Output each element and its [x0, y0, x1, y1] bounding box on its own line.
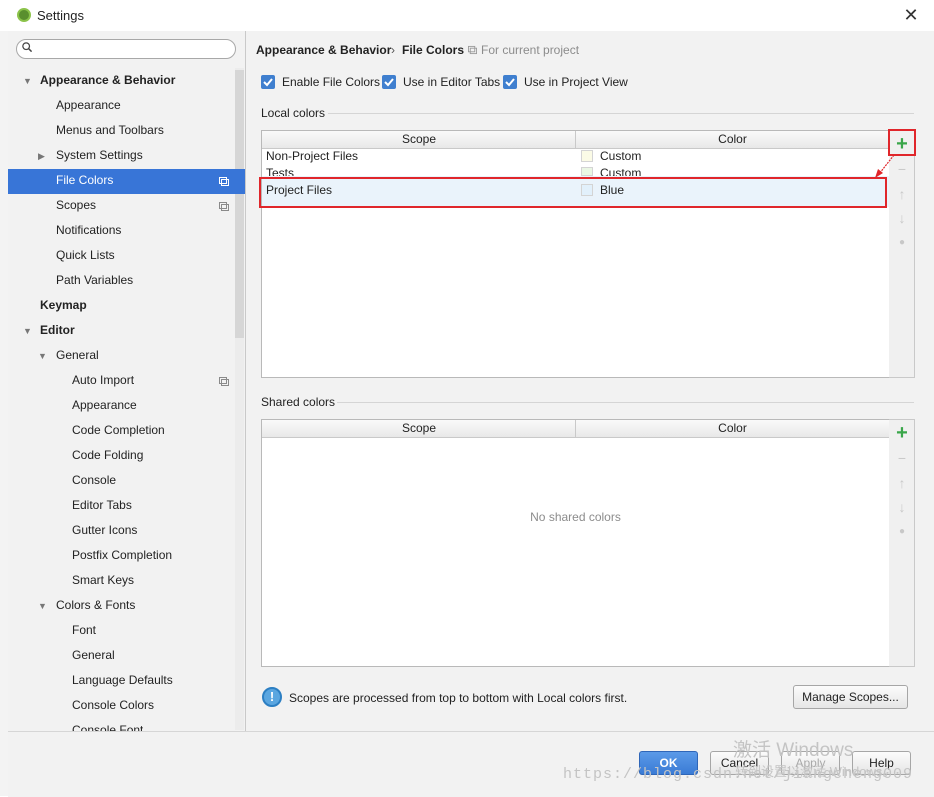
project-level-icon [219, 177, 229, 186]
scope-column-header[interactable]: Scope [262, 131, 576, 149]
window-title: Settings [37, 8, 84, 23]
table-row-scope[interactable]: Tests [266, 165, 294, 176]
remove-icon[interactable]: − [889, 446, 915, 470]
sidebar-item-font[interactable]: Font [72, 618, 96, 643]
android-studio-icon [17, 8, 31, 22]
sidebar-item-editor-tabs[interactable]: Editor Tabs [72, 493, 132, 518]
move-up-icon[interactable]: ↑ [889, 182, 915, 206]
table-row-color[interactable]: Custom [600, 148, 641, 165]
shared-colors-title: Shared colors [261, 395, 336, 409]
close-button[interactable]: ✕ [896, 2, 926, 28]
use-in-editor-tabs-checkbox[interactable] [382, 75, 396, 89]
sidebar-item-editor[interactable]: Editor [40, 318, 75, 343]
sidebar-scrollbar-thumb[interactable] [235, 70, 244, 338]
annotation-highlight-row [259, 177, 887, 208]
sidebar-item-quick-lists[interactable]: Quick Lists [56, 243, 115, 268]
info-text: Scopes are processed from top to bottom … [289, 691, 628, 705]
check-icon [384, 78, 394, 87]
enable-file-colors-checkbox[interactable] [261, 75, 275, 89]
local-colors-title: Local colors [261, 106, 326, 120]
sidebar-item-notifications[interactable]: Notifications [56, 218, 121, 243]
sidebar-item-gutter-icons[interactable]: Gutter Icons [72, 518, 137, 543]
eye-icon[interactable]: ● [889, 231, 915, 255]
move-up-icon[interactable]: ↑ [889, 471, 915, 495]
project-level-icon [468, 45, 477, 55]
use-in-editor-tabs-label[interactable]: Use in Editor Tabs [403, 75, 500, 89]
sidebar-item-auto-import[interactable]: Auto Import [72, 368, 134, 393]
expanded-arrow-icon[interactable]: ▼ [23, 326, 32, 336]
sidebar-item-scopes[interactable]: Scopes [56, 193, 96, 218]
sidebar-item-general[interactable]: General [56, 343, 99, 368]
add-icon[interactable]: + [889, 421, 915, 445]
table-row-color[interactable]: Custom [600, 165, 641, 176]
collapsed-arrow-icon[interactable]: ▶ [38, 151, 45, 162]
sidebar-item-console-colors[interactable]: Console Colors [72, 693, 154, 718]
search-input[interactable] [16, 39, 236, 59]
scope-column-header[interactable]: Scope [262, 420, 576, 438]
separator [328, 113, 914, 114]
table-row-scope[interactable]: Non-Project Files [266, 148, 358, 165]
expanded-arrow-icon[interactable]: ▼ [38, 351, 47, 361]
activate-windows-watermark: 激活 Windows [733, 740, 854, 761]
sidebar-item-system-settings[interactable]: System Settings [56, 143, 143, 168]
sidebar-item-code-completion[interactable]: Code Completion [72, 418, 165, 443]
enable-file-colors-label[interactable]: Enable File Colors [282, 75, 380, 89]
sidebar-item-smart-keys[interactable]: Smart Keys [72, 568, 134, 593]
sidebar-selection-highlight [8, 169, 245, 194]
manage-scopes-button[interactable]: Manage Scopes... [793, 685, 908, 709]
sidebar-item-file-colors[interactable]: File Colors [56, 168, 113, 193]
sidebar-item-appearance-behavior[interactable]: Appearance & Behavior [40, 68, 175, 93]
search-icon [22, 42, 32, 52]
sidebar-item-postfix-completion[interactable]: Postfix Completion [72, 543, 172, 568]
empty-state-text: No shared colors [530, 510, 621, 524]
blog-url-watermark: https://blog.csdn.net/jiangcheng009 [563, 766, 914, 783]
color-swatch [581, 150, 593, 162]
column-divider [575, 420, 576, 437]
column-divider [575, 131, 576, 148]
sidebar-item-editor-appearance[interactable]: Appearance [72, 393, 137, 418]
sidebar-item-console[interactable]: Console [72, 468, 116, 493]
move-down-icon[interactable]: ↓ [889, 206, 915, 230]
edit-icon[interactable]: ● [889, 520, 915, 544]
use-in-project-view-label[interactable]: Use in Project View [524, 75, 628, 89]
annotation-arrow-icon [875, 154, 895, 178]
project-level-icon [219, 377, 229, 386]
sidebar-item-colors-fonts[interactable]: Colors & Fonts [56, 593, 135, 618]
page-title: File Colors [402, 43, 465, 57]
move-down-icon[interactable]: ↓ [889, 495, 915, 519]
sidebar-item-console-font[interactable]: Console Font [72, 718, 143, 731]
sidebar-item-appearance[interactable]: Appearance [56, 93, 121, 118]
breadcrumb-parent: Appearance & Behavior [256, 43, 392, 57]
sidebar-item-keymap[interactable]: Keymap [40, 293, 87, 318]
separator [337, 402, 914, 403]
color-column-header[interactable]: Color [576, 420, 889, 438]
sidebar-item-code-folding[interactable]: Code Folding [72, 443, 143, 468]
scope-note: For current project [481, 43, 580, 57]
sidebar-item-colors-general[interactable]: General [72, 643, 115, 668]
project-level-icon [219, 202, 229, 211]
color-swatch [581, 167, 593, 176]
breadcrumb-separator: › [391, 43, 395, 57]
expanded-arrow-icon[interactable]: ▼ [38, 601, 47, 611]
check-icon [263, 78, 273, 87]
shared-colors-table[interactable]: Scope Color No shared colors [261, 419, 890, 667]
expanded-arrow-icon[interactable]: ▼ [23, 76, 32, 86]
info-icon: ! [262, 687, 282, 707]
shared-colors-toolbar: + − ↑ ↓ ● [889, 419, 915, 667]
sidebar-item-language-defaults[interactable]: Language Defaults [72, 668, 173, 693]
check-icon [505, 78, 515, 87]
use-in-project-view-checkbox[interactable] [503, 75, 517, 89]
sidebar-item-path-variables[interactable]: Path Variables [56, 268, 133, 293]
sidebar-item-menus-toolbars[interactable]: Menus and Toolbars [56, 118, 164, 143]
title-bar: Settings ✕ [0, 0, 934, 32]
color-column-header[interactable]: Color [576, 131, 889, 149]
local-colors-table[interactable]: Scope Color Non-Project Files Custom Tes… [261, 130, 890, 378]
